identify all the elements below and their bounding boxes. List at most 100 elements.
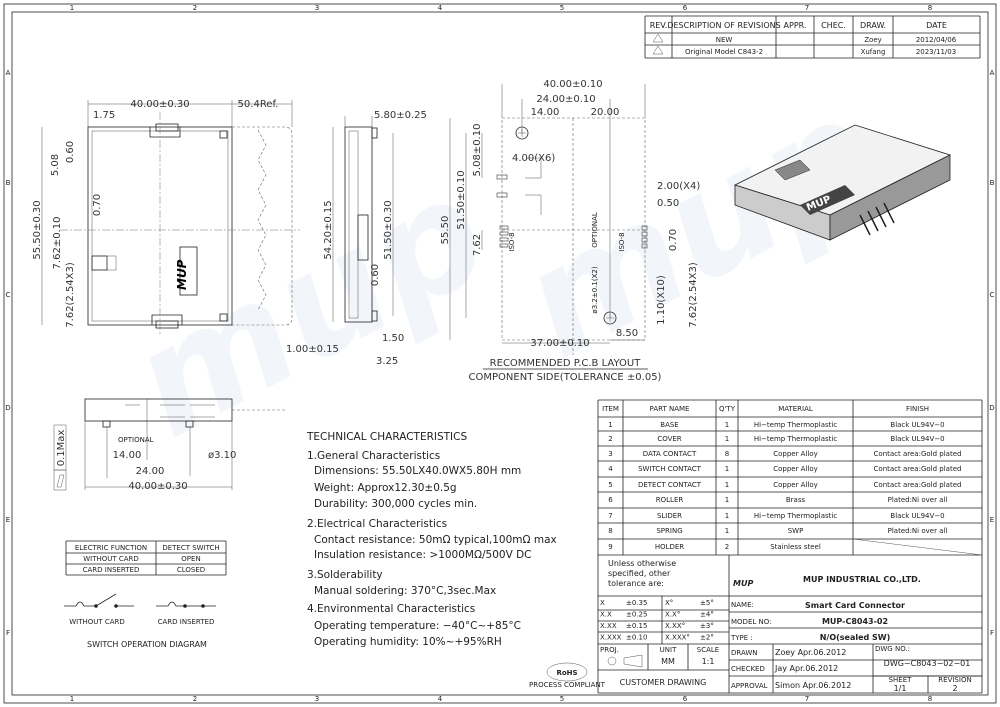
- grid-column-label: 1: [70, 4, 74, 12]
- grid-column-label: 7: [805, 695, 809, 703]
- tolerance-value: ±0.35: [626, 599, 647, 607]
- item-number: 8: [608, 527, 612, 535]
- dim-pin-offset: 0.70: [92, 194, 103, 216]
- quantity: 1: [725, 527, 729, 535]
- pcb-caption: RECOMMENDED P.C.B LAYOUT: [490, 358, 642, 369]
- dim-pad-width: 1.10(X10): [656, 275, 667, 325]
- dim-hole-diameter: ø3.2±0.1(X2): [591, 266, 599, 313]
- dim-height: 5.80±0.25: [374, 110, 427, 121]
- part-name: DETECT CONTACT: [638, 481, 702, 489]
- grid-row-label: A: [990, 69, 995, 77]
- model-label: MODEL NO:: [731, 618, 771, 626]
- revision-header: REV.: [650, 21, 668, 30]
- angle-value: ±2°: [700, 634, 714, 642]
- grid-column-label: 7: [805, 4, 809, 12]
- parts-header: PART NAME: [650, 405, 690, 413]
- revision-label: REVISION: [938, 676, 971, 684]
- material: Hi−temp Thermoplastic: [754, 512, 838, 520]
- grid-column-label: 5: [560, 4, 564, 12]
- product-name: Smart Card Connector: [805, 601, 905, 610]
- grid-row-label: A: [6, 69, 11, 77]
- technical-characteristics: TECHNICAL CHARACTERISTICS 1.General Chara…: [306, 431, 557, 648]
- grid-column-label: 6: [683, 4, 688, 12]
- tech-line: Insulation resistance: >1000MΩ/500V DC: [314, 549, 532, 561]
- iso-8-label-left: ISO-8: [508, 232, 516, 251]
- grid-column-label: 6: [683, 695, 688, 703]
- revision-drawn-by: Zoey: [864, 36, 882, 44]
- grid-column-label: 1: [70, 695, 74, 703]
- optional-label: OPTIONAL: [591, 212, 599, 248]
- dim-offset: 1.75: [93, 110, 115, 121]
- unit-label: UNIT: [660, 646, 677, 654]
- dim-hole-vertical: 51.50±0.10: [456, 170, 467, 229]
- finish: Contact area:Gold plated: [874, 450, 962, 458]
- dim-pin-thickness: 0.60: [370, 264, 381, 286]
- rohs-label: RoHS: [556, 669, 577, 677]
- top-view-logo: MUP: [175, 259, 189, 290]
- dim-pcb-length: 55.50: [440, 216, 451, 245]
- title-block: Unless otherwisespecified, othertoleranc…: [529, 555, 983, 694]
- grid-row-label: B: [6, 179, 11, 187]
- switch-header: ELECTRIC FUNCTION: [75, 544, 147, 552]
- dim-hole-spacing: 24.00±0.10: [536, 94, 595, 105]
- drawn-label: DRAWN: [731, 649, 758, 657]
- svg-text:mup: mup: [105, 144, 514, 472]
- dim-pad-offset: 0.70: [668, 229, 679, 251]
- grid-column-label: 8: [928, 695, 932, 703]
- tolerance-value: ±0.15: [626, 622, 647, 630]
- dim-contact-spacing: 7.62±0.10: [52, 217, 63, 270]
- tech-line: Operating humidity: 10%~+95%RH: [314, 636, 502, 648]
- switch-state: CLOSED: [177, 566, 205, 574]
- quantity: 1: [725, 512, 729, 520]
- angle-value: ±3°: [700, 622, 714, 630]
- angle-value: ±4°: [700, 611, 714, 619]
- dim-side-length: 54.20±0.15: [323, 200, 334, 259]
- drawing-sheet: mup mup 1122334455667788A AB BC CD DE EF F REV…: [3, 3, 997, 704]
- projection-symbol-icon: [607, 656, 617, 666]
- dim-peg-length: 1.50: [382, 333, 404, 344]
- projection-cone-icon: [623, 654, 643, 668]
- tolerance-format: X.XX: [600, 622, 617, 630]
- switch-label-without-card: WITHOUT CARD: [69, 618, 125, 626]
- dim-pad-length: 4.00(X6): [512, 153, 555, 164]
- flatness-tolerance: 0.1Max: [56, 430, 67, 467]
- tech-line: Operating temperature: −40°C~+85°C: [314, 620, 521, 632]
- finish: Contact area:Gold plated: [874, 481, 962, 489]
- approval-value: Simon Apr.06.2012: [775, 681, 851, 690]
- drawn-value: Zoey Apr.06.2012: [775, 648, 846, 657]
- dim-peg-diameter: ø3.10: [208, 450, 236, 461]
- item-number: 9: [608, 543, 612, 551]
- grid-column-label: 4: [438, 4, 443, 12]
- angle-format: X°: [665, 599, 673, 607]
- grid-column-label: 3: [315, 4, 319, 12]
- drawing-number: DWG−C8043−02−01: [884, 659, 971, 668]
- finish: Black UL94V−0: [890, 435, 944, 443]
- parts-header: MATERIAL: [778, 405, 813, 413]
- grid-row-label: D: [5, 404, 10, 412]
- parts-header: Q'TY: [719, 405, 736, 413]
- grid-column-label: 2: [193, 695, 197, 703]
- material: Copper Alloy: [773, 465, 818, 473]
- tolerance-format: X.XXX: [600, 634, 622, 642]
- revision-value: 2: [952, 684, 957, 693]
- tech-line: Contact resistance: 50mΩ typical,100mΩ m…: [314, 534, 557, 546]
- dim-right-offset: 20.00: [591, 107, 620, 118]
- dim-width: 40.00±0.30: [130, 99, 189, 110]
- tech-title: TECHNICAL CHARACTERISTICS: [306, 431, 467, 443]
- dim-switch-offset: 5.08±0.10: [472, 124, 483, 177]
- dim-pad-length-right: 2.00(X4): [657, 181, 700, 192]
- revision-header: DRAW.: [860, 21, 886, 30]
- revision-description: NEW: [716, 36, 733, 44]
- tech-line: Manual soldering: 370°C,3sec.Max: [314, 585, 496, 597]
- material: Hi−temp Thermoplastic: [754, 435, 838, 443]
- quantity: 1: [725, 435, 729, 443]
- grid-column-label: 3: [315, 695, 319, 703]
- part-name: ROLLER: [656, 496, 684, 504]
- dim-base-thickness: 1.00±0.15: [286, 344, 339, 355]
- grid-row-label: C: [990, 291, 995, 299]
- material: Hi−temp Thermoplastic: [754, 421, 838, 429]
- customer-drawing-label: CUSTOMER DRAWING: [620, 678, 707, 687]
- finish: Plated:Ni over all: [888, 496, 948, 504]
- tech-section-heading: 4.Environmental Characteristics: [307, 603, 475, 615]
- drawing-number-label: DWG NO.:: [875, 645, 910, 653]
